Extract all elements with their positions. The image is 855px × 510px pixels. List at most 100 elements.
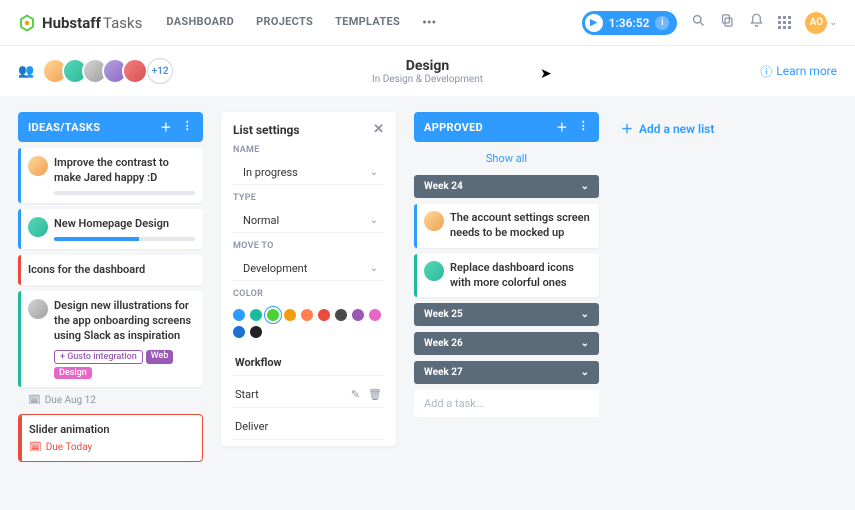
main-nav: DASHBOARD PROJECTS TEMPLATES ••• [166,15,436,31]
panel-title: List settings [233,123,300,137]
add-card-icon[interactable]: ＋ [160,119,171,135]
card-title: Slider animation [29,423,194,438]
show-all-link[interactable]: Show all [414,148,599,169]
info-icon: ⓘ [760,63,772,80]
topbar-right: ▶ 1:36:52 i AO ⌄ [582,11,837,35]
card-title: Replace dashboard icons with more colorf… [450,261,591,291]
list-ideas: IDEAS/TASKS ＋ ⋮ Improve the contrast to … [18,112,203,462]
task-card[interactable]: Slider animation 🗓 Due Today [18,414,203,462]
assignee-avatar [28,156,48,176]
add-list-button[interactable]: ＋ Add a new list [617,112,718,145]
week-header[interactable]: Week 24 ⌄ [414,175,599,198]
list-title: IDEAS/TASKS [28,121,100,134]
color-swatch[interactable] [301,309,313,321]
apps-grid-icon[interactable] [778,16,791,29]
plus-icon: ＋ [621,120,633,137]
list-menu-icon[interactable]: ⋮ [578,119,589,135]
field-label-moveto: MOVE TO [233,241,384,251]
avatar-more[interactable]: +12 [147,58,173,84]
color-swatch[interactable] [250,309,262,321]
name-select[interactable]: In progress ⌄ [233,161,384,185]
field-label-type: TYPE [233,193,384,203]
card-title: Improve the contrast to make Jared happy… [54,156,195,186]
copy-icon[interactable] [720,13,735,32]
board: IDEAS/TASKS ＋ ⋮ Improve the contrast to … [0,96,855,478]
list-menu-icon[interactable]: ⋮ [182,119,193,135]
logo[interactable]: Hubstaff Tasks [18,14,142,32]
card-title: The account settings screen needs to be … [450,211,591,241]
card-title: Icons for the dashboard [28,263,195,278]
bell-icon[interactable] [749,13,764,32]
color-swatch[interactable] [335,309,347,321]
chevron-down-icon: ⌄ [370,167,378,178]
search-icon[interactable] [691,13,706,32]
chevron-down-icon: ⌄ [581,338,589,349]
timer-info-icon[interactable]: i [655,16,669,30]
list-title: APPROVED [424,121,483,134]
color-swatch[interactable] [250,326,262,338]
card-title: Design new illustrations for the app onb… [54,299,195,344]
user-menu-caret-icon[interactable]: ⌄ [829,18,837,28]
people-icon[interactable]: 👥 [18,64,34,79]
card-due-overdue: 🗓 Due Today [29,442,194,453]
task-card[interactable]: New Homepage Design [18,209,203,249]
topbar: Hubstaff Tasks DASHBOARD PROJECTS TEMPLA… [0,0,855,46]
edit-icon[interactable]: ✎ [351,388,360,401]
list-approved: APPROVED ＋ ⋮ Show all Week 24 ⌄ The acco… [414,112,599,417]
tag[interactable]: Web [146,350,174,364]
color-swatch[interactable] [284,309,296,321]
card-title: New Homepage Design [54,217,195,232]
color-swatch[interactable] [318,309,330,321]
field-label-name: NAME [233,145,384,155]
workflow-step[interactable]: Deliver [233,414,384,440]
logo-suffix: Tasks [103,14,142,32]
page-title: Design [372,58,483,74]
task-card[interactable]: Icons for the dashboard [18,255,203,286]
card-due: 🗓 Due Aug 12 [18,393,203,408]
color-swatch[interactable] [233,326,245,338]
color-swatch[interactable] [352,309,364,321]
task-card[interactable]: Improve the contrast to make Jared happy… [18,148,203,203]
add-card-icon[interactable]: ＋ [556,119,567,135]
assignee-avatar [424,211,444,231]
field-label-color: COLOR [233,289,384,299]
chevron-down-icon: ⌄ [581,181,589,192]
week-header[interactable]: Week 26 ⌄ [414,332,599,355]
task-card[interactable]: Design new illustrations for the app onb… [18,291,203,387]
tag[interactable]: + Gusto integration [54,350,143,364]
nav-dashboard[interactable]: DASHBOARD [166,15,234,31]
nav-projects[interactable]: PROJECTS [256,15,313,31]
list-settings-panel: List settings ✕ NAME In progress ⌄ TYPE … [221,112,396,446]
delete-icon[interactable]: 🗑 [368,388,382,401]
assignee-avatar [424,261,444,281]
type-select[interactable]: Normal ⌄ [233,209,384,233]
learn-more-link[interactable]: ⓘ Learn more [760,63,837,80]
workflow-step[interactable]: Start ✎ 🗑 [233,382,384,408]
chevron-down-icon: ⌄ [581,309,589,320]
chevron-down-icon: ⌄ [370,215,378,226]
week-header[interactable]: Week 25 ⌄ [414,303,599,326]
timer[interactable]: ▶ 1:36:52 i [582,11,678,35]
close-icon[interactable]: ✕ [373,122,384,137]
moveto-select[interactable]: Development ⌄ [233,257,384,281]
user-avatar[interactable]: AO [805,12,827,34]
color-swatch[interactable] [233,309,245,321]
list-header-ideas: IDEAS/TASKS ＋ ⋮ [18,112,203,142]
task-card[interactable]: The account settings screen needs to be … [414,204,599,248]
nav-more-icon[interactable]: ••• [422,15,436,31]
color-swatch[interactable] [369,309,381,321]
project-header: 👥 +12 Design In Design & Development ⓘ L… [0,46,855,96]
add-task-input[interactable]: Add a task... [414,390,599,417]
tag[interactable]: Design [54,367,92,379]
list-header-approved: APPROVED ＋ ⋮ [414,112,599,142]
nav-templates[interactable]: TEMPLATES [335,15,400,31]
color-swatch[interactable] [267,309,279,321]
week-header[interactable]: Week 27 ⌄ [414,361,599,384]
learn-more-label: Learn more [776,64,837,78]
timer-play-icon[interactable]: ▶ [585,14,603,32]
task-card[interactable]: Replace dashboard icons with more colorf… [414,254,599,298]
calendar-icon: 🗓 [29,442,42,453]
chevron-down-icon: ⌄ [370,263,378,274]
member-avatars: +12 [42,58,173,84]
avatar[interactable] [122,58,148,84]
